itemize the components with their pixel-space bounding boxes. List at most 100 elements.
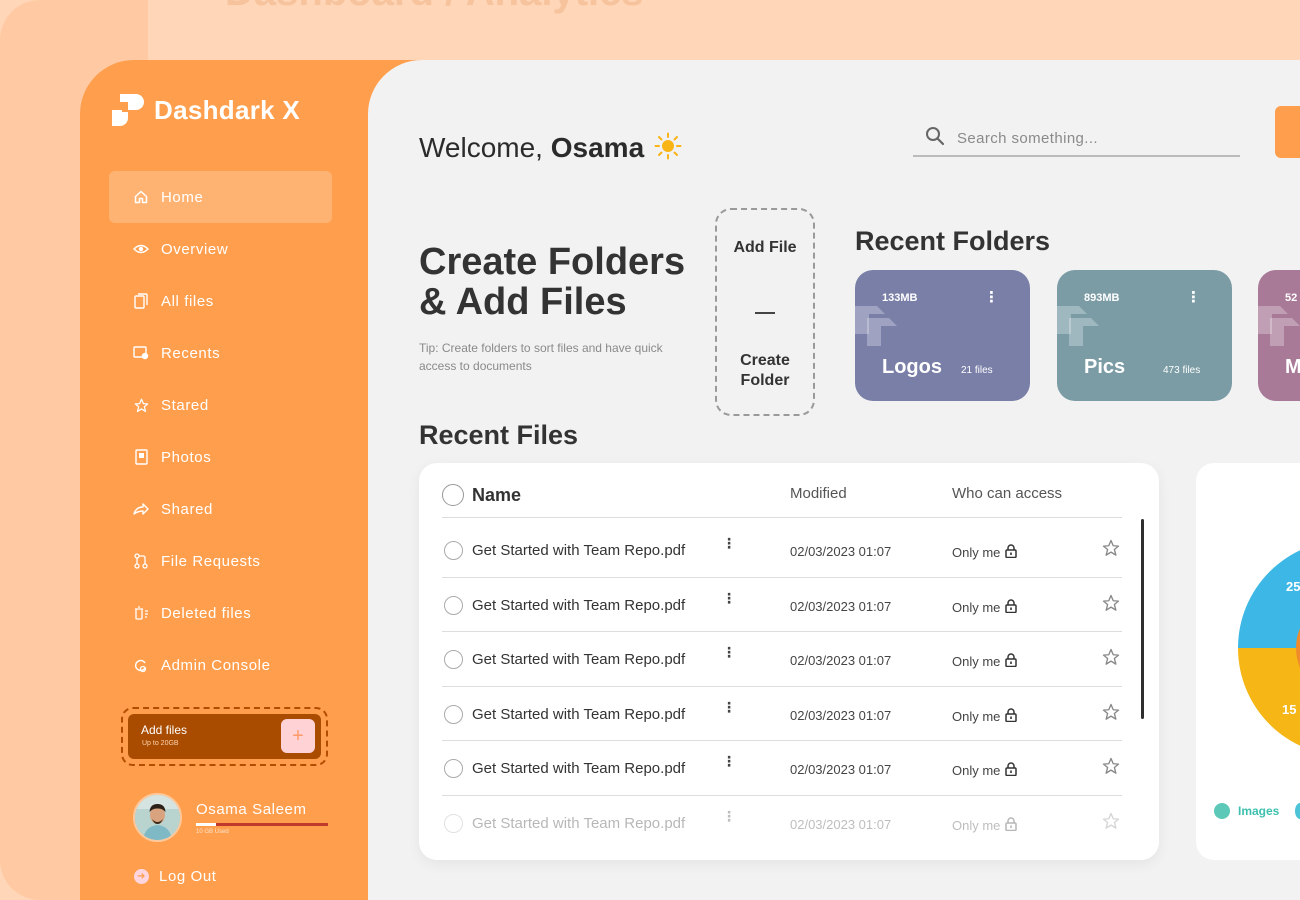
header-action-button[interactable] xyxy=(1275,106,1300,158)
brand[interactable]: Dashdark X xyxy=(110,92,300,128)
column-header-name[interactable]: Name xyxy=(472,485,521,506)
sidebar-item-label: File Requests xyxy=(161,552,261,570)
sidebar-item-shared[interactable]: Shared xyxy=(109,483,332,535)
create-folder-button[interactable]: Create Folder xyxy=(717,351,813,391)
sidebar-item-home[interactable]: Home xyxy=(109,171,332,223)
recent-files-title: Recent Files xyxy=(419,420,579,450)
folder-watermark-icon xyxy=(1057,306,1099,346)
logout-button[interactable]: ➜ Log Out xyxy=(134,868,217,885)
storage-usage-fill xyxy=(196,823,216,826)
kebab-menu-icon[interactable]: ⋮ xyxy=(722,754,736,768)
folder-file-count: 473 files xyxy=(1163,365,1201,376)
add-files-button[interactable]: Add files Up to 20GB + xyxy=(128,714,321,759)
file-access: Only me xyxy=(952,762,1018,779)
search-bar[interactable] xyxy=(913,122,1240,157)
sidebar-item-all-files[interactable]: All files xyxy=(109,275,332,327)
legend-dot-next xyxy=(1295,803,1300,819)
file-modified: 02/03/2023 01:07 xyxy=(790,816,892,832)
pie-label-yellow: 15 xyxy=(1282,702,1296,717)
star-icon xyxy=(133,397,149,413)
star-icon[interactable] xyxy=(1102,757,1120,780)
kebab-menu-icon[interactable]: ⋮ xyxy=(722,591,736,605)
table-row[interactable]: Get Started with Team Repo.pdf ⋮ 02/03/202… xyxy=(442,523,1122,578)
table-body: Get Started with Team Repo.pdf ⋮ 02/03/202… xyxy=(442,523,1122,850)
plus-icon[interactable]: + xyxy=(281,719,315,753)
sidebar-item-label: Deleted files xyxy=(161,604,252,622)
home-icon xyxy=(133,189,149,205)
kebab-menu-icon[interactable]: ⋮ xyxy=(722,645,736,659)
row-checkbox[interactable] xyxy=(444,759,463,778)
file-name[interactable]: Get Started with Team Repo.pdf xyxy=(472,706,685,723)
sidebar-item-recents[interactable]: Recents xyxy=(109,327,332,379)
table-row[interactable]: Get Started with Team Repo.pdf ⋮ 02/03/202… xyxy=(442,687,1122,741)
file-request-icon xyxy=(133,553,149,569)
search-icon xyxy=(925,126,945,151)
folder-name: Pics xyxy=(1084,356,1126,378)
column-header-modified[interactable]: Modified xyxy=(790,485,847,502)
add-file-button[interactable]: Add File xyxy=(717,238,813,258)
eye-icon xyxy=(133,241,149,257)
create-box: Add File Create Folder xyxy=(715,208,815,416)
brand-name: Dashdark X xyxy=(154,94,301,125)
files-icon xyxy=(133,293,149,309)
column-header-access[interactable]: Who can access xyxy=(952,485,1062,502)
sidebar-item-admin-console[interactable]: Admin Console xyxy=(109,639,332,691)
legend-label-images: Images xyxy=(1238,804,1280,818)
welcome-user: Osama xyxy=(550,132,645,163)
avatar[interactable] xyxy=(133,793,182,842)
hero-tip: Tip: Create folders to sort files and ha… xyxy=(419,341,663,373)
file-name[interactable]: Get Started with Team Repo.pdf xyxy=(472,815,685,832)
file-name[interactable]: Get Started with Team Repo.pdf xyxy=(472,597,685,614)
select-all-checkbox[interactable] xyxy=(442,484,464,506)
kebab-menu-icon[interactable]: ⋮ xyxy=(722,809,736,823)
sidebar-item-label: All files xyxy=(161,292,214,310)
row-checkbox[interactable] xyxy=(444,813,463,833)
star-icon[interactable] xyxy=(1102,703,1120,726)
sidebar-item-deleted-files[interactable]: Deleted files xyxy=(109,587,332,639)
kebab-menu-icon[interactable]: ⋮ xyxy=(722,536,736,550)
file-name[interactable]: Get Started with Team Repo.pdf xyxy=(472,542,685,559)
row-checkbox[interactable] xyxy=(444,595,463,615)
sidebar-item-photos[interactable]: Photos xyxy=(109,431,332,483)
folder-card[interactable]: 133MB ⋮ Logos 21 files xyxy=(855,270,1030,401)
folder-card[interactable]: 893MB ⋮ Pics 473 files xyxy=(1057,270,1232,401)
table-row[interactable]: Get Started with Team Repo.pdf ⋮ 02/03/202… xyxy=(442,632,1122,687)
row-checkbox[interactable] xyxy=(444,541,463,560)
sidebar-item-stared[interactable]: Stared xyxy=(109,379,332,431)
table-row[interactable]: Get Started with Team Repo.pdf ⋮ 02/03/202… xyxy=(442,796,1122,851)
user-profile[interactable]: Osama Saleem 10 GB Used xyxy=(133,793,333,843)
sidebar-item-file-requests[interactable]: File Requests xyxy=(109,535,332,587)
table-scrollbar[interactable] xyxy=(1141,519,1144,719)
row-checkbox[interactable] xyxy=(444,704,463,724)
lock-icon xyxy=(1005,544,1018,561)
folder-size: 893MB xyxy=(1084,292,1120,304)
folder-watermark-icon xyxy=(1258,306,1300,346)
folder-watermark-icon xyxy=(855,306,897,346)
file-name[interactable]: Get Started with Team Repo.pdf xyxy=(472,651,685,668)
file-name[interactable]: Get Started with Team Repo.pdf xyxy=(472,760,685,777)
table-row[interactable]: Get Started with Team Repo.pdf ⋮ 02/03/202… xyxy=(442,741,1122,796)
star-icon[interactable] xyxy=(1102,648,1120,671)
search-input[interactable] xyxy=(957,130,1227,147)
file-access: Only me xyxy=(952,816,1018,834)
table-row[interactable]: Get Started with Team Repo.pdf ⋮ 02/03/202… xyxy=(442,578,1122,632)
sidebar-item-label: Home xyxy=(161,188,204,206)
welcome-prefix: Welcome, xyxy=(419,132,551,163)
star-icon[interactable] xyxy=(1102,539,1120,562)
access-label: Only me xyxy=(952,545,1001,560)
pie-label-blue: 25 xyxy=(1286,579,1300,594)
kebab-menu-icon[interactable]: ⋮ xyxy=(722,700,736,714)
kebab-menu-icon[interactable]: ⋮ xyxy=(1186,290,1201,305)
star-icon[interactable] xyxy=(1102,812,1120,835)
folder-card[interactable]: 52 M xyxy=(1258,270,1300,401)
share-icon xyxy=(133,501,149,517)
star-icon[interactable] xyxy=(1102,594,1120,617)
logout-label: Log Out xyxy=(159,868,217,885)
divider-dash xyxy=(755,312,775,314)
row-checkbox[interactable] xyxy=(444,650,463,669)
file-modified: 02/03/2023 01:07 xyxy=(790,598,892,614)
access-label: Only me xyxy=(952,654,1001,669)
access-label: Only me xyxy=(952,599,1001,615)
sidebar-item-overview[interactable]: Overview xyxy=(109,223,332,275)
kebab-menu-icon[interactable]: ⋮ xyxy=(984,290,999,305)
